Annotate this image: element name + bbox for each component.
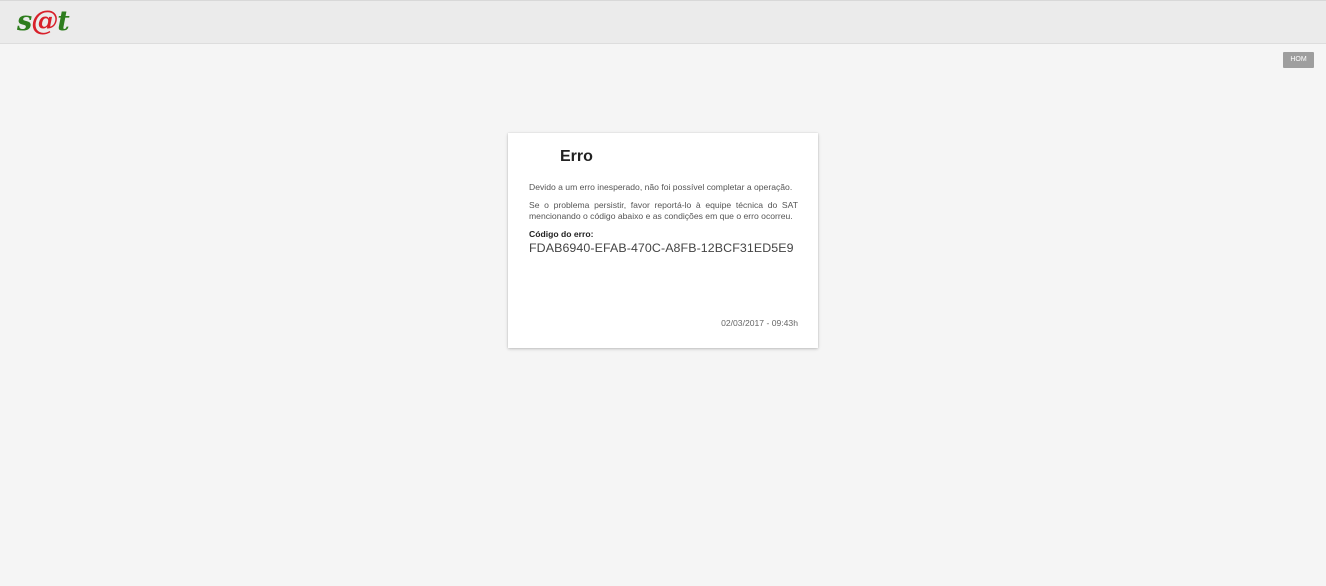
error-code-label: Código do erro: [529,229,594,240]
logo-t: t [57,6,70,37]
error-message-2: Se o problema persistir, favor reportá-l… [529,199,798,222]
error-title: Erro [560,148,593,165]
error-message-1: Devido a um erro inesperado, não foi pos… [529,182,793,192]
error-code-value: FDAB6940-EFAB-470C-A8FB-12BCF31ED5E9 [529,240,794,255]
environment-badge: HOM [1283,52,1314,68]
logo-s: s [17,6,32,37]
error-card: Erro Devido a um erro inesperado, não fo… [508,133,818,348]
error-body: Devido a um erro inesperado, não foi pos… [529,182,798,255]
top-bar: s@t [0,0,1326,44]
error-timestamp: 02/03/2017 - 09:43h [721,318,798,328]
logo-at: @ [31,6,58,37]
sat-logo[interactable]: s@t [17,6,70,38]
